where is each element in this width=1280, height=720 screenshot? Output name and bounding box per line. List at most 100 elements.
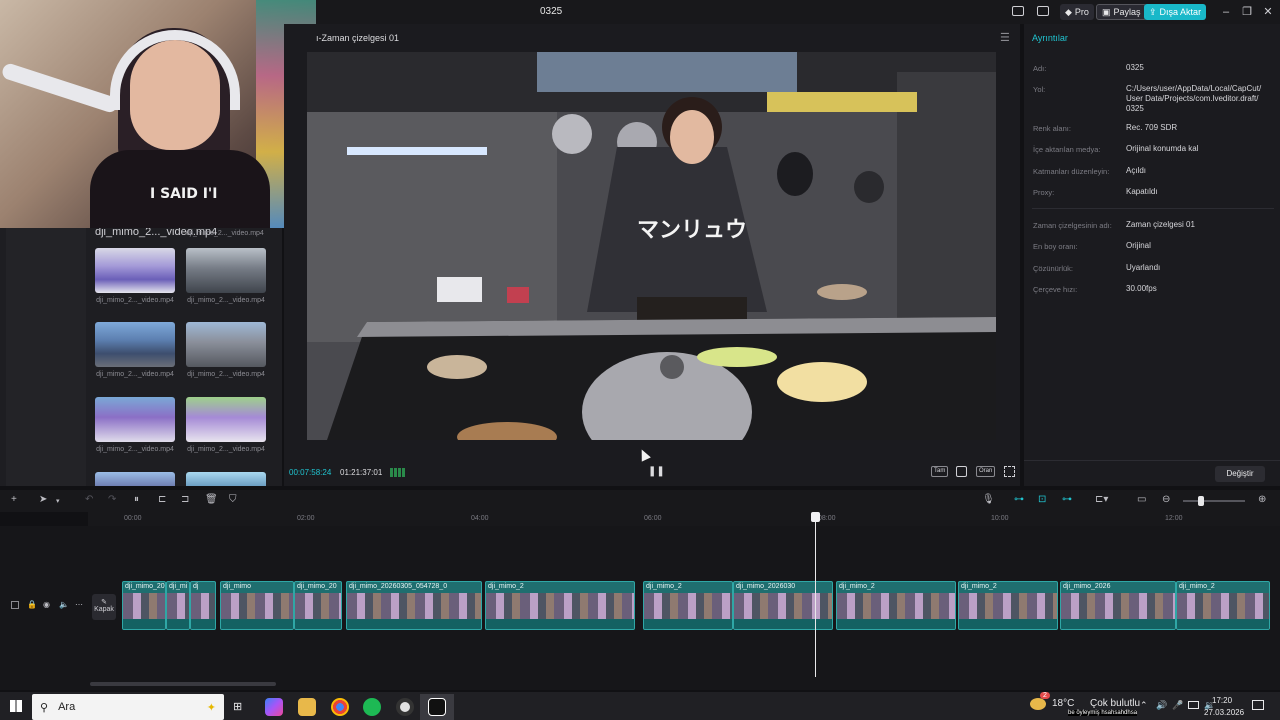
zoom-slider[interactable] — [1183, 500, 1245, 502]
linkage-icon[interactable]: ⊶ — [1062, 494, 1072, 505]
media-item[interactable]: dji_mimo_2..._video.mp4 — [186, 397, 266, 453]
task-view-icon[interactable]: ⊞ — [233, 700, 242, 713]
zoom-slider-handle[interactable] — [1198, 496, 1204, 506]
pause-icon[interactable]: ❚❚ — [648, 466, 665, 477]
video-preview[interactable]: マンリュウ — [307, 52, 996, 440]
fullscreen-icon[interactable] — [1004, 466, 1015, 477]
more-icon[interactable]: ⋯ — [75, 600, 83, 609]
link-main-track-icon[interactable]: ⊶ — [1014, 494, 1024, 505]
network-icon[interactable] — [1188, 701, 1199, 709]
detail-label: İçe aktarılan medya: — [1033, 145, 1101, 154]
timeline-clip[interactable]: dji_mimo_20260305_054728_0 — [346, 581, 482, 630]
search-icon: ⚲ — [40, 701, 49, 714]
detail-label: Renk alanı: — [1033, 124, 1071, 133]
media-item[interactable]: dji_mimo_2..._video.mp4 — [186, 322, 266, 378]
delete-icon[interactable]: 🗑 — [205, 494, 218, 505]
windows-start-icon[interactable] — [10, 700, 22, 712]
restore-icon[interactable]: ❐ — [1239, 4, 1255, 20]
timeline-clip[interactable]: dji_mimo — [220, 581, 294, 630]
export-button[interactable]: ⇪ Dışa Aktar — [1144, 4, 1207, 20]
split-icon[interactable]: ⏸ — [134, 494, 139, 505]
media-thumbnail[interactable] — [186, 472, 266, 486]
total-timecode: 01:21:37:01 — [340, 468, 383, 477]
timeline-clip[interactable]: dji_mimo_20 — [294, 581, 342, 630]
timeline-toolbar — [0, 490, 1280, 512]
copilot-icon[interactable] — [265, 698, 283, 716]
undo-icon[interactable]: ↶ — [85, 494, 93, 505]
shirt-text: I SAID I'I — [150, 186, 218, 202]
spotify-icon[interactable] — [363, 698, 381, 716]
ruler-tick: 10:00 — [991, 515, 1009, 522]
detail-label: Zaman çizelgesinin adı: — [1033, 221, 1112, 230]
timeline-clip[interactable]: dji_mimo_20 — [122, 581, 166, 630]
timeline-clip[interactable]: dji_mimo_2 — [836, 581, 956, 630]
file-explorer-icon[interactable] — [298, 698, 316, 716]
eye-icon[interactable]: ◉ — [43, 600, 50, 609]
change-button[interactable]: Değiştir — [1215, 466, 1265, 482]
media-item-label: dji_mimo_2..._video.mp4 — [187, 446, 265, 453]
ruler-tick: 00:00 — [124, 515, 142, 522]
capcut-icon[interactable] — [428, 698, 446, 716]
layout-icon[interactable] — [1012, 6, 1024, 16]
upload-icon: ⇪ — [1149, 6, 1157, 17]
crop-icon[interactable] — [956, 466, 967, 477]
lock-icon[interactable]: 🔒 — [27, 600, 37, 609]
aspect-ratio-button[interactable]: Oran — [976, 466, 996, 477]
weather-icon — [1030, 698, 1046, 710]
speaker-icon[interactable]: 🔈 — [59, 600, 69, 609]
pro-button[interactable]: ◆ Pro — [1060, 4, 1094, 20]
clock-time[interactable]: 17:20 — [1212, 696, 1232, 705]
detail-label: Çerçeve hızı: — [1033, 285, 1078, 294]
chevron-down-icon[interactable]: ▾ — [56, 497, 60, 505]
shield-icon[interactable]: ⛉ — [229, 494, 237, 505]
taskbar-search[interactable]: ⚲ Ara ✦ — [32, 694, 224, 720]
share-icon: ▣ — [1102, 6, 1111, 17]
cover-button[interactable]: ✎ Kapak — [92, 594, 116, 620]
timeline-ruler[interactable] — [88, 512, 1280, 526]
media-thumbnail[interactable] — [95, 472, 175, 486]
playhead[interactable] — [815, 512, 816, 677]
timeline-clip[interactable]: dji_mimo_2 — [958, 581, 1058, 630]
zoom-in-icon[interactable]: ⊕ — [1258, 494, 1266, 505]
media-item[interactable]: dji_mimo_2..._video.mp4 — [95, 397, 175, 453]
shortcuts-icon[interactable] — [1037, 6, 1049, 16]
detail-value: Orijinal konumda kal — [1126, 144, 1199, 153]
menu-icon[interactable]: ☰ — [1000, 31, 1010, 44]
trim-right-icon[interactable]: ⊐ — [181, 494, 189, 505]
timeline-clip[interactable]: dji_mimo_2 — [485, 581, 635, 630]
timeline-clip[interactable]: dji_mimo_2026 — [1060, 581, 1176, 630]
track-cover-icon[interactable] — [11, 601, 19, 609]
close-icon[interactable]: ✕ — [1260, 4, 1276, 20]
clock-date[interactable]: 27.03.2026 — [1204, 708, 1244, 717]
add-track-icon[interactable]: + — [11, 494, 17, 505]
timeline-clip[interactable]: dji_mimo_2 — [643, 581, 733, 630]
subtitle-icon[interactable]: ▭ — [1137, 494, 1146, 505]
mic-tray-icon[interactable]: 🎤 — [1172, 700, 1183, 711]
timeline-scrollbar[interactable] — [90, 682, 276, 686]
magnet-icon[interactable]: ⊡ — [1038, 494, 1046, 505]
timeline-clip[interactable]: dji_mimo_2026030 — [733, 581, 833, 630]
chrome-icon[interactable] — [331, 698, 349, 716]
obs-icon[interactable] — [396, 698, 414, 716]
microphone-icon[interactable]: 🎙 — [982, 494, 995, 505]
zoom-out-icon[interactable]: ⊖ — [1162, 494, 1170, 505]
timeline-clip[interactable]: dj — [190, 581, 216, 630]
playhead-handle[interactable] — [811, 512, 820, 522]
volume-icon[interactable]: 🔊 — [1156, 700, 1167, 711]
minimize-icon[interactable]: – — [1218, 4, 1234, 20]
chevron-up-icon[interactable]: ⌃ — [1140, 700, 1148, 711]
share-button[interactable]: ▣ Paylaş — [1096, 4, 1147, 20]
weather-temp: 18°C — [1052, 698, 1075, 709]
media-item[interactable]: dji_mimo_2..._video.mp4 — [186, 248, 266, 304]
full-quality-button[interactable]: Tam — [931, 466, 949, 477]
stream-chat-overlay: be öyleymiş hsahsahdhsa — [1068, 710, 1138, 716]
notification-center-icon[interactable] — [1252, 700, 1264, 710]
select-tool-icon[interactable]: ➤ — [39, 494, 47, 505]
redo-icon[interactable]: ↷ — [108, 494, 116, 505]
timeline-clip[interactable]: dji_mi — [166, 581, 190, 630]
timeline-clip[interactable]: dji_mimo_2 — [1176, 581, 1270, 630]
media-item[interactable]: dji_mimo_2..._video.mp4 — [95, 248, 175, 304]
preview-axis-icon[interactable]: ⊏▾ — [1095, 494, 1108, 505]
media-item[interactable]: dji_mimo_2..._video.mp4 — [95, 322, 175, 378]
trim-left-icon[interactable]: ⊏ — [158, 494, 166, 505]
